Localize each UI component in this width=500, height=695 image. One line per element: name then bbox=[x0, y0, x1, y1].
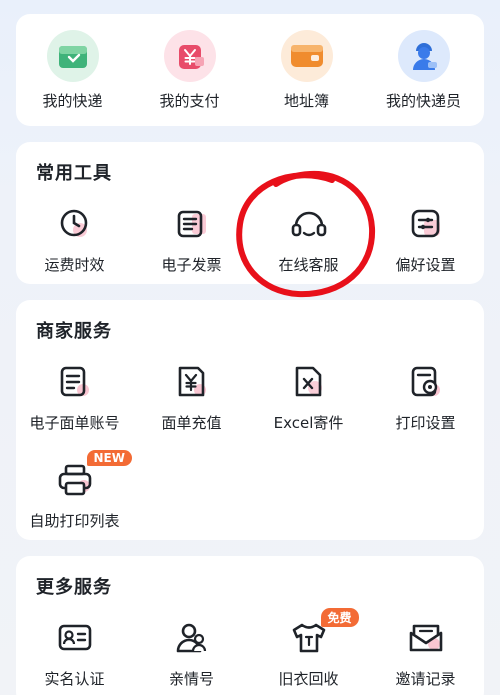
courier-icon bbox=[397, 30, 450, 82]
tshirt-icon: 免费 bbox=[287, 608, 359, 660]
printer-icon: NEW bbox=[53, 450, 132, 502]
recharge-icon bbox=[170, 360, 214, 404]
my-express-button[interactable]: 我的快递 bbox=[14, 30, 131, 111]
shipping-time-button[interactable]: 运费时效 bbox=[16, 202, 133, 275]
waybill-account-label: 电子面单账号 bbox=[29, 414, 120, 432]
family-number-button[interactable]: 亲情号 bbox=[133, 616, 250, 689]
headset-icon bbox=[287, 202, 331, 246]
e-invoice-label: 电子发票 bbox=[161, 256, 222, 274]
invite-record-label: 邀请记录 bbox=[395, 670, 456, 688]
invite-record-button[interactable]: 邀请记录 bbox=[367, 616, 484, 689]
my-express-label: 我的快递 bbox=[42, 92, 103, 110]
more-services-card: 更多服务 实名认证 亲情号 免费 旧衣回收 邀请记录 bbox=[16, 556, 484, 695]
print-settings-icon bbox=[404, 360, 448, 404]
real-name-auth-button[interactable]: 实名认证 bbox=[16, 616, 133, 689]
id-card-icon bbox=[53, 616, 97, 660]
family-number-label: 亲情号 bbox=[168, 670, 214, 688]
invoice-icon bbox=[170, 202, 214, 246]
waybill-recharge-label: 面单充值 bbox=[161, 414, 222, 432]
quick-access-card: 我的快递 我的支付 地址簿 我的快递员 bbox=[16, 14, 484, 126]
free-badge: 免费 bbox=[320, 608, 359, 627]
more-section-title: 更多服务 bbox=[36, 577, 112, 598]
excel-shipping-label: Excel寄件 bbox=[273, 414, 344, 432]
real-name-auth-label: 实名认证 bbox=[44, 670, 105, 688]
my-payment-button[interactable]: 我的支付 bbox=[131, 30, 248, 111]
clock-icon bbox=[53, 202, 97, 246]
preferences-label: 偏好设置 bbox=[395, 256, 456, 274]
waybill-account-button[interactable]: 电子面单账号 bbox=[16, 360, 133, 433]
tools-section-title: 常用工具 bbox=[36, 163, 112, 184]
address-book-label: 地址簿 bbox=[283, 92, 329, 110]
address-book-button[interactable]: 地址簿 bbox=[248, 30, 365, 111]
clothes-recycle-button[interactable]: 免费 旧衣回收 bbox=[250, 608, 367, 689]
excel-shipping-button[interactable]: Excel寄件 bbox=[250, 360, 367, 433]
waybill-recharge-button[interactable]: 面单充值 bbox=[133, 360, 250, 433]
package-icon bbox=[46, 30, 99, 82]
preferences-button[interactable]: 偏好设置 bbox=[367, 202, 484, 275]
merchant-section-title: 商家服务 bbox=[36, 321, 112, 342]
print-settings-button[interactable]: 打印设置 bbox=[367, 360, 484, 433]
waybill-account-icon bbox=[53, 360, 97, 404]
excel-file-icon bbox=[287, 360, 331, 404]
family-icon bbox=[170, 616, 214, 660]
merchant-services-card: 商家服务 电子面单账号 面单充值 Excel寄件 打印设置 NEW 自助打印列表 bbox=[16, 300, 484, 540]
shipping-time-label: 运费时效 bbox=[44, 256, 105, 274]
wallet-yuan-icon bbox=[163, 30, 216, 82]
online-support-button[interactable]: 在线客服 bbox=[250, 202, 367, 275]
print-settings-label: 打印设置 bbox=[395, 414, 456, 432]
new-badge: NEW bbox=[86, 450, 132, 466]
invite-mail-icon bbox=[404, 616, 448, 660]
my-payment-label: 我的支付 bbox=[159, 92, 220, 110]
common-tools-card: 常用工具 运费时效 电子发票 在线客服 偏好设置 bbox=[16, 142, 484, 284]
online-support-label: 在线客服 bbox=[278, 256, 339, 274]
my-courier-button[interactable]: 我的快递员 bbox=[365, 30, 482, 111]
self-print-list-button[interactable]: NEW 自助打印列表 bbox=[16, 450, 133, 531]
self-print-list-label: 自助打印列表 bbox=[29, 512, 120, 530]
my-courier-label: 我的快递员 bbox=[385, 92, 461, 110]
address-book-icon bbox=[280, 30, 333, 82]
e-invoice-button[interactable]: 电子发票 bbox=[133, 202, 250, 275]
clothes-recycle-label: 旧衣回收 bbox=[278, 670, 339, 688]
sliders-icon bbox=[404, 202, 448, 246]
